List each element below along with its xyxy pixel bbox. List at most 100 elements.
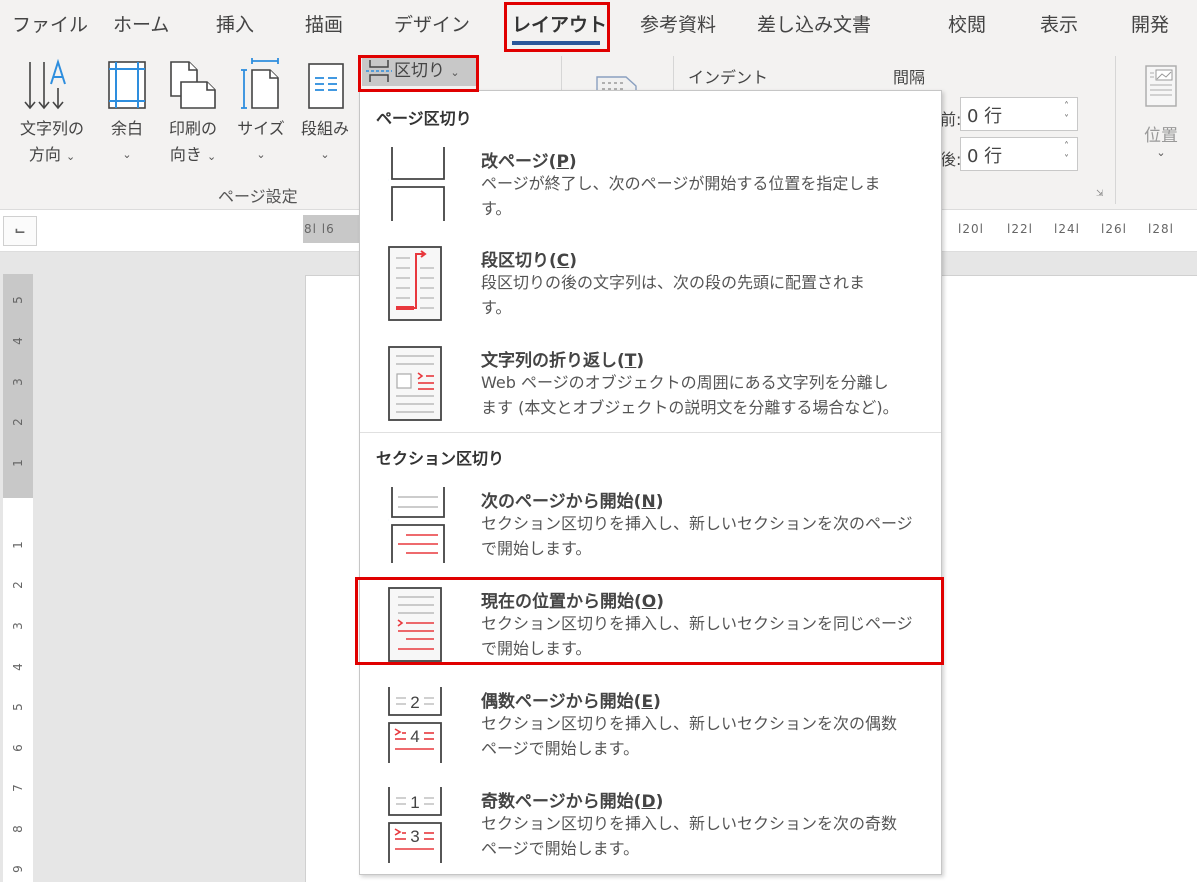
ruler-tick: 9 [11, 865, 25, 873]
menu-item-title: 改ページ(P) [481, 152, 577, 172]
ruler-tick: 8l l6 [304, 222, 335, 236]
chevron-down-icon: ⌄ [450, 66, 460, 79]
menu-item-title: 文字列の折り返し(T) [481, 351, 645, 371]
tab-selector-button[interactable]: ⌙ [3, 216, 37, 246]
margins-label: 余白 [110, 119, 143, 138]
odd-page-section-icon: 1 3 [388, 787, 442, 863]
group-separator [1115, 56, 1116, 204]
orientation-button[interactable]: 印刷の 向き ⌄ [160, 52, 226, 170]
tab-draw[interactable]: 描画 [305, 10, 343, 37]
menu-item-odd-page[interactable]: 1 3 奇数ページから開始(D) セクション区切りを挿入し、新しいセクションを次… [360, 787, 941, 867]
tab-insert[interactable]: 挿入 [216, 10, 254, 37]
margins-button[interactable]: 余白 ⌄ [102, 52, 152, 168]
dialog-launcher-icon[interactable]: ⇲ [1096, 189, 1104, 199]
menu-item-description: セクション区切りを挿入し、新しいセクションを次のページ で開始します。 [481, 514, 913, 558]
tab-review[interactable]: 校閲 [948, 10, 986, 37]
menu-item-title: 段区切り(C) [481, 251, 578, 271]
ruler-tick: 2 [11, 581, 25, 589]
menu-item-column-break[interactable]: 段区切り(C) 段区切りの後の文字列は、次の段の先頭に配置されま す。 [360, 246, 941, 326]
page-number-glyph: 4 [410, 727, 419, 746]
columns-button[interactable]: 段組み ⌄ [294, 52, 356, 168]
ruler-tick: l26l [1101, 222, 1127, 236]
menu-item-description: セクション区切りを挿入し、新しいセクションを次の偶数 ページで開始します。 [481, 714, 898, 758]
tab-references[interactable]: 参考資料 [640, 10, 716, 37]
text-direction-icon [24, 58, 66, 110]
tab-design[interactable]: デザイン [394, 10, 470, 37]
ruler-tick: l24l [1054, 222, 1080, 236]
orientation-label: 印刷の [168, 119, 217, 138]
ruler-tick: 4 [11, 337, 25, 345]
page-number-glyph: 1 [410, 793, 419, 812]
position-label: 位置 [1144, 126, 1178, 146]
size-label: サイズ [237, 119, 285, 138]
page-setup-group-label: ページ設定 [218, 187, 298, 206]
active-tab-indicator [512, 41, 600, 45]
even-page-section-icon: 2 4 [388, 687, 442, 763]
tab-file[interactable]: ファイル [12, 10, 88, 37]
page-number-glyph: 2 [410, 693, 419, 712]
menu-item-text-wrapping[interactable]: 文字列の折り返し(T) Web ページのオブジェクトの周囲にある文字列を分離しま… [360, 346, 941, 426]
menu-item-next-page[interactable]: 次のページから開始(N) セクション区切りを挿入し、新しいセクションを次のページ… [360, 487, 941, 567]
chevron-down-icon: ⌄ [122, 148, 132, 161]
text-direction-label-2: 方向 [28, 145, 61, 164]
ruler-tick: l22l [1007, 222, 1033, 236]
size-button[interactable]: サイズ ⌄ [232, 52, 290, 168]
size-icon [241, 58, 279, 109]
indent-label: インデント [688, 68, 769, 87]
tab-view[interactable]: 表示 [1040, 10, 1078, 37]
page-breaks-header: ページ区切り [376, 109, 472, 128]
ruler-tick: 5 [11, 296, 25, 304]
spacing-after-input[interactable]: 0 行 ˄ ˅ [960, 137, 1078, 171]
text-wrapping-icon [388, 346, 442, 421]
page-number-glyph: 3 [410, 827, 419, 846]
section-breaks-header: セクション区切り [376, 449, 505, 468]
column-break-icon [388, 246, 442, 321]
tab-mailings[interactable]: 差し込み文書 [757, 10, 871, 37]
ruler-tick: 6 [11, 744, 25, 752]
margins-icon [108, 61, 146, 109]
chevron-down-icon: ⌄ [1156, 146, 1166, 159]
spacing-after-value: 0 行 [967, 146, 1003, 167]
ruler-tick: 1 [11, 541, 25, 549]
menu-item-page-break[interactable]: 改ページ(P) ページが終了し、次のページが開始する位置を指定しま す。 [360, 147, 941, 227]
menu-item-continuous[interactable]: 現在の位置から開始(O) セクション区切りを挿入し、新しいセクションを同じページ… [360, 587, 941, 667]
spacing-before-label: 前: [940, 110, 960, 129]
chevron-down-icon: ⌄ [65, 150, 76, 163]
columns-icon [308, 63, 344, 109]
tab-home[interactable]: ホーム [113, 10, 169, 37]
menu-item-title: 偶数ページから開始(E) [481, 692, 661, 712]
orientation-label-2: 向き [169, 145, 202, 164]
continuous-section-icon [388, 587, 442, 662]
breaks-icon [366, 60, 392, 82]
menu-item-title: 奇数ページから開始(D) [481, 792, 664, 812]
ruler-tick: 7 [11, 784, 25, 792]
ruler-tick: l28l [1148, 222, 1174, 236]
ruler-tick: 4 [11, 663, 25, 671]
spin-arrows[interactable]: ˄ ˅ [1064, 140, 1069, 166]
ruler-tick: 5 [11, 703, 25, 711]
ruler-tick: 1 [11, 459, 25, 467]
menu-item-description: Web ページのオブジェクトの周囲にある文字列を分離し ます (本文とオブジェクト… [481, 373, 899, 417]
menu-item-description: セクション区切りを挿入し、新しいセクションを次の奇数 ページで開始します。 [481, 814, 898, 858]
tab-developer[interactable]: 開発 [1131, 10, 1169, 37]
ribbon-tab-bar: ファイル ホーム 挿入 描画 デザイン レイアウト 参考資料 差し込み文書 校閲… [0, 0, 1197, 52]
ruler-tick: 3 [11, 622, 25, 630]
position-icon [1145, 65, 1177, 107]
page-break-icon [388, 147, 445, 221]
chevron-down-icon: ⌄ [320, 148, 330, 161]
breaks-label: 区切り [394, 61, 445, 81]
ruler-tick: 8 [11, 825, 25, 833]
chevron-down-icon: ⌄ [206, 150, 217, 163]
tab-layout[interactable]: レイアウト [512, 10, 607, 37]
spacing-before-value: 0 行 [967, 106, 1003, 127]
position-button[interactable]: 位置 ⌄ [1136, 64, 1186, 159]
menu-item-title: 現在の位置から開始(O) [481, 592, 665, 612]
menu-item-description: セクション区切りを挿入し、新しいセクションを同じページ で開始します。 [481, 614, 913, 658]
text-direction-button[interactable]: 文字列の 方向 ⌄ [10, 52, 94, 170]
menu-item-even-page[interactable]: 2 4 偶数ページから開始(E) セクション区切りを挿入し、新しいセクションを次… [360, 687, 941, 767]
spacing-before-input[interactable]: 0 行 ˄ ˅ [960, 97, 1078, 131]
breaks-button[interactable]: 区切り ⌄ [362, 56, 476, 86]
next-page-section-icon [388, 487, 445, 563]
spin-arrows[interactable]: ˄ ˅ [1064, 100, 1069, 126]
ruler-tick: l20l [958, 222, 984, 236]
